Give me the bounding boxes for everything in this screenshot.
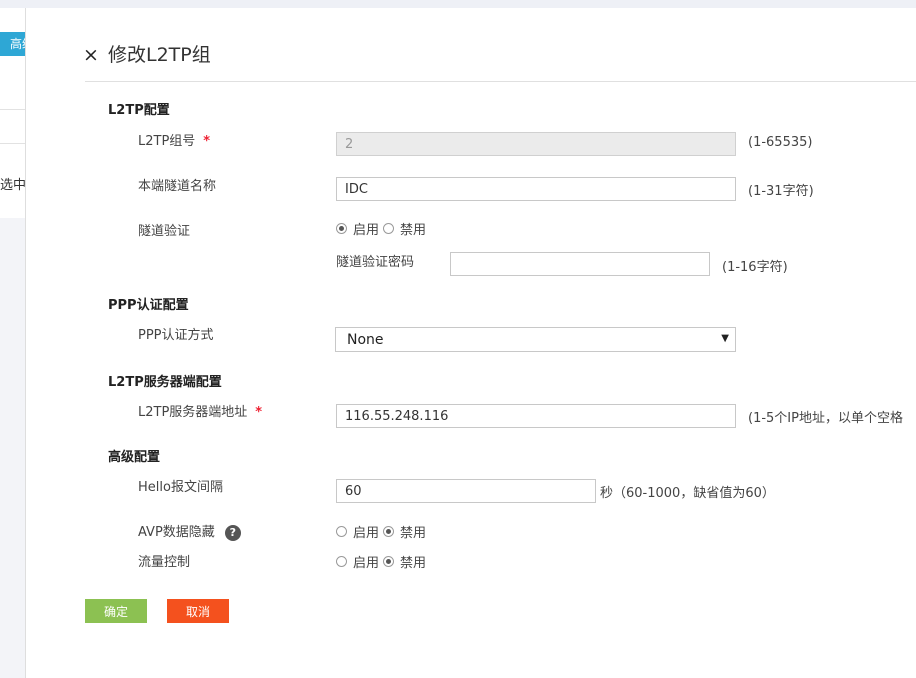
close-icon[interactable]: × <box>83 44 99 66</box>
flow-disable-radio[interactable] <box>383 556 395 567</box>
avp-label-text: AVP数据隐藏 <box>138 525 215 540</box>
tunnel-auth-enable-label: 启用 <box>353 223 380 238</box>
server-addr-hint: (1-5个IP地址，以单个空格 <box>748 411 903 426</box>
tunnel-auth-disable-label: 禁用 <box>400 223 427 238</box>
hello-interval-hint: 秒（60-1000，缺省值为60） <box>600 486 775 501</box>
left-tab-advanced[interactable]: 高级 <box>0 32 25 56</box>
flow-disable-label: 禁用 <box>400 556 427 571</box>
avp-disable-radio[interactable] <box>383 526 395 537</box>
header-divider <box>85 81 916 82</box>
flow-enable-radio[interactable] <box>336 556 347 567</box>
avp-disable-label: 禁用 <box>400 526 427 541</box>
group-no-label-text: L2TP组号 <box>138 134 196 149</box>
group-no-label: L2TP组号 * <box>138 130 210 149</box>
tunnel-password-input[interactable] <box>450 252 710 276</box>
group-no-input[interactable] <box>336 132 736 156</box>
help-icon[interactable]: ? <box>224 524 241 541</box>
left-vertical-divider <box>25 8 26 678</box>
flow-control-label: 流量控制 <box>138 555 191 570</box>
tunnel-password-hint: (1-16字符) <box>722 260 788 275</box>
avp-radio-group: 启用 禁用 <box>336 522 430 541</box>
server-addr-label: L2TP服务器端地址 * <box>138 401 262 420</box>
avp-enable-radio[interactable] <box>336 526 347 537</box>
server-addr-label-text: L2TP服务器端地址 <box>138 405 248 420</box>
flow-enable-label: 启用 <box>353 556 380 571</box>
confirm-button[interactable]: 确定 <box>85 599 147 623</box>
ppp-auth-selected-value: None <box>347 332 384 348</box>
avp-enable-label: 启用 <box>353 526 380 541</box>
tunnel-name-hint: (1-31字符) <box>748 184 814 199</box>
hello-interval-label: Hello报文间隔 <box>138 480 223 495</box>
tunnel-auth-enable-radio[interactable] <box>336 223 347 234</box>
cancel-button[interactable]: 取消 <box>167 599 229 623</box>
ppp-auth-select[interactable]: None ▼ <box>335 327 736 352</box>
group-no-hint: (1-65535) <box>748 135 813 150</box>
tunnel-name-label: 本端隧道名称 <box>138 179 217 194</box>
avp-label: AVP数据隐藏? <box>138 521 241 541</box>
page-title: 修改L2TP组 <box>108 44 211 66</box>
hello-interval-input[interactable] <box>336 479 596 503</box>
tunnel-password-label: 隧道验证密码 <box>336 255 415 270</box>
top-strip <box>0 0 916 8</box>
required-mark: * <box>203 134 211 149</box>
left-nav-panel: 高级 选中 <box>0 8 26 218</box>
flow-control-radio-group: 启用 禁用 <box>336 552 430 571</box>
tunnel-auth-label: 隧道验证 <box>138 224 191 239</box>
section-title-advanced: 高级配置 <box>108 450 161 465</box>
required-mark: * <box>255 405 263 420</box>
left-divider-line <box>0 109 25 110</box>
tunnel-auth-radio-group: 启用 禁用 <box>336 219 430 238</box>
tunnel-auth-disable-radio[interactable] <box>383 223 395 234</box>
section-title-ppp: PPP认证配置 <box>108 298 189 313</box>
ppp-auth-label: PPP认证方式 <box>138 328 214 343</box>
section-title-server: L2TP服务器端配置 <box>108 375 222 390</box>
tunnel-name-input[interactable] <box>336 177 736 201</box>
dropdown-arrow-icon: ▼ <box>721 333 729 344</box>
server-addr-input[interactable] <box>336 404 736 428</box>
section-title-l2tp: L2TP配置 <box>108 103 170 118</box>
left-divider-line <box>0 143 25 144</box>
left-selected-text: 选中 <box>0 178 26 193</box>
